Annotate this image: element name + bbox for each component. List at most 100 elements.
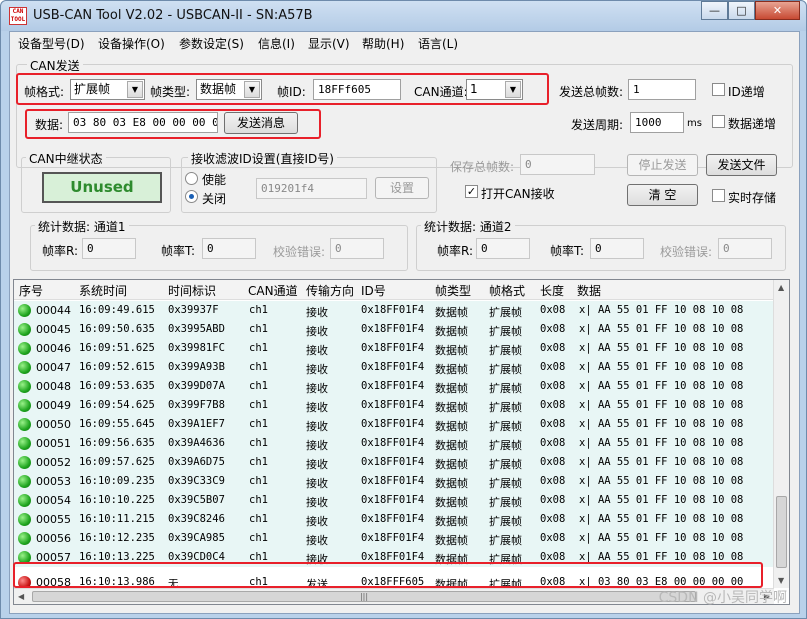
- table-row[interactable]: 00056 16:10:12.235 0x39CA985 ch1 接收 0x18FF01F…: [14, 529, 774, 548]
- cell-stamp: 0x39CA985: [168, 532, 225, 544]
- col-seq[interactable]: 序号: [19, 282, 43, 299]
- col-length[interactable]: 长度: [540, 282, 564, 299]
- table-row[interactable]: 00052 16:09:57.625 0x39A6D75 ch1 接收 0x18FF01F…: [14, 453, 774, 472]
- menu-bar: 设备型号(D) 设备操作(O) 参数设定(S) 信息(I) 显示(V) 帮助(H…: [10, 32, 799, 54]
- id-increment-checkbox[interactable]: [712, 83, 725, 96]
- maximize-button[interactable]: □: [728, 1, 755, 20]
- scroll-left-icon[interactable]: ◀: [18, 592, 24, 601]
- col-system-time[interactable]: 系统时间: [79, 282, 127, 299]
- frame-format-select[interactable]: 扩展帧 ▼: [70, 79, 145, 100]
- cell-time: 16:10:12.235: [79, 532, 155, 544]
- table-row[interactable]: 00051 16:09:56.635 0x39A4636 ch1 接收 0x18FF01F…: [14, 434, 774, 453]
- col-time-stamp[interactable]: 时间标识: [168, 282, 216, 299]
- send-period-input[interactable]: 1000: [630, 112, 684, 133]
- cell-time: 16:09:52.615: [79, 361, 155, 373]
- cell-time: 16:09:56.635: [79, 437, 155, 449]
- cell-data: x| AA 55 01 FF 10 08 10 08: [579, 513, 744, 525]
- menu-view[interactable]: 显示(V): [308, 35, 350, 52]
- send-file-button[interactable]: 发送文件: [706, 154, 777, 176]
- table-row[interactable]: 00057 16:10:13.225 0x39CD0C4 ch1 接收 0x18FF01F…: [14, 548, 774, 567]
- vertical-scroll-thumb[interactable]: [776, 496, 787, 568]
- cell-seq: 00055: [36, 513, 71, 526]
- relay-status-title: CAN中继状态: [26, 150, 106, 167]
- clear-button[interactable]: 清 空: [627, 184, 698, 206]
- frame-id-input[interactable]: 18FFf605: [313, 79, 401, 100]
- stats-ch1-rate-r-label: 帧率R:: [42, 244, 79, 258]
- cell-dir: 接收: [306, 325, 328, 338]
- table-row[interactable]: 00044 16:09:49.615 0x39937F ch1 接收 0x18FF01F4…: [14, 301, 774, 320]
- table-row[interactable]: 00050 16:09:55.645 0x39A1EF7 ch1 接收 0x18FF01F…: [14, 415, 774, 434]
- table-row[interactable]: 00049 16:09:54.625 0x399F7B8 ch1 接收 0x18FF01F…: [14, 396, 774, 415]
- cell-len: 0x08: [540, 361, 566, 373]
- cell-data: x| AA 55 01 FF 10 08 10 08: [579, 342, 744, 354]
- data-input[interactable]: 03 80 03 E8 00 00 00 00: [68, 112, 218, 133]
- col-frame-type[interactable]: 帧类型: [435, 282, 471, 299]
- can-channel-label: CAN通道:: [414, 85, 468, 99]
- vertical-scrollbar[interactable]: ▲ ▼: [773, 280, 789, 588]
- menu-language[interactable]: 语言(L): [418, 35, 458, 52]
- horizontal-scroll-thumb[interactable]: |||: [32, 591, 696, 602]
- menu-help[interactable]: 帮助(H): [362, 35, 404, 52]
- status-green-icon: [18, 532, 31, 545]
- cell-data: x| AA 55 01 FF 10 08 10 08: [579, 532, 744, 544]
- filter-id-input[interactable]: 019201f4: [256, 178, 367, 199]
- cell-type: 数据帧: [435, 439, 468, 452]
- col-data[interactable]: 数据: [577, 282, 601, 299]
- frame-type-select[interactable]: 数据帧 ▼: [196, 79, 262, 100]
- cell-dir: 接收: [306, 477, 328, 490]
- cell-time: 16:09:53.635: [79, 380, 155, 392]
- cell-ch: ch1: [249, 456, 268, 468]
- menu-parameter-settings[interactable]: 参数设定(S): [179, 35, 244, 52]
- chevron-down-icon: ▼: [244, 81, 260, 98]
- col-can-channel[interactable]: CAN通道: [248, 282, 298, 299]
- scroll-down-icon[interactable]: ▼: [778, 576, 784, 585]
- open-can-receive-checkbox[interactable]: ✓: [465, 185, 478, 198]
- menu-device-model[interactable]: 设备型号(D): [18, 35, 85, 52]
- col-id[interactable]: ID号: [361, 282, 386, 299]
- cell-format: 扩展帧: [489, 344, 522, 357]
- title-bar[interactable]: CAN TOOL USB-CAN Tool V2.02 - USBCAN-II …: [1, 1, 806, 31]
- cell-stamp: 0x39C5B07: [168, 494, 225, 506]
- table-row[interactable]: 00045 16:09:50.635 0x3995ABD ch1 接收 0x18FF01F…: [14, 320, 774, 339]
- table-row[interactable]: 00053 16:10:09.235 0x39C33C9 ch1 接收 0x18FF01F…: [14, 472, 774, 491]
- filter-enable-radio[interactable]: [185, 172, 198, 185]
- table-row[interactable]: 00047 16:09:52.615 0x399A93B ch1 接收 0x18FF01F…: [14, 358, 774, 377]
- table-row[interactable]: 00054 16:10:10.225 0x39C5B07 ch1 接收 0x18FF01F…: [14, 491, 774, 510]
- table-row[interactable]: 00048 16:09:53.635 0x399D07A ch1 接收 0x18FF01F…: [14, 377, 774, 396]
- table-row[interactable]: 00055 16:10:11.215 0x39C8246 ch1 接收 0x18FF01F…: [14, 510, 774, 529]
- close-button[interactable]: ✕: [755, 1, 800, 20]
- cell-type: 数据帧: [435, 344, 468, 357]
- open-can-receive-label: 打开CAN接收: [481, 187, 555, 201]
- cell-format: 扩展帧: [489, 477, 522, 490]
- data-increment-checkbox[interactable]: [712, 115, 725, 128]
- message-table[interactable]: 序号 系统时间 时间标识 CAN通道 传输方向 ID号 帧类型 帧格式 长度 数…: [13, 279, 790, 605]
- cell-len: 0x08: [540, 342, 566, 354]
- menu-info[interactable]: 信息(I): [258, 35, 295, 52]
- save-total-input[interactable]: 0: [520, 154, 595, 175]
- filter-set-button[interactable]: 设置: [375, 177, 429, 199]
- status-green-icon: [18, 418, 31, 431]
- cell-stamp: 0x39CD0C4: [168, 551, 225, 563]
- stop-send-button[interactable]: 停止发送: [627, 154, 698, 176]
- cell-stamp: 0x39937F: [168, 304, 219, 316]
- cell-time: 16:10:10.225: [79, 494, 155, 506]
- col-frame-format[interactable]: 帧格式: [489, 282, 525, 299]
- filter-enable-label: 使能: [202, 173, 227, 187]
- total-frames-input[interactable]: 1: [628, 79, 696, 100]
- cell-seq: 00057: [36, 551, 71, 564]
- send-message-button[interactable]: 发送消息: [224, 112, 298, 134]
- cell-format: 扩展帧: [489, 458, 522, 471]
- cell-dir: 接收: [306, 344, 328, 357]
- realtime-save-checkbox[interactable]: [712, 189, 725, 202]
- cell-dir: 接收: [306, 306, 328, 319]
- menu-device-operation[interactable]: 设备操作(O): [98, 35, 165, 52]
- col-direction[interactable]: 传输方向: [306, 282, 354, 299]
- minimize-button[interactable]: —: [701, 1, 728, 20]
- scroll-up-icon[interactable]: ▲: [778, 283, 784, 292]
- can-channel-select[interactable]: 1 ▼: [466, 79, 523, 100]
- cell-dir: 接收: [306, 382, 328, 395]
- table-row[interactable]: 00046 16:09:51.625 0x39981FC ch1 接收 0x18FF01F…: [14, 339, 774, 358]
- filter-disable-radio[interactable]: [185, 190, 198, 203]
- stats-ch1-check-error: 0: [330, 238, 384, 259]
- frame-format-label: 帧格式:: [24, 85, 65, 99]
